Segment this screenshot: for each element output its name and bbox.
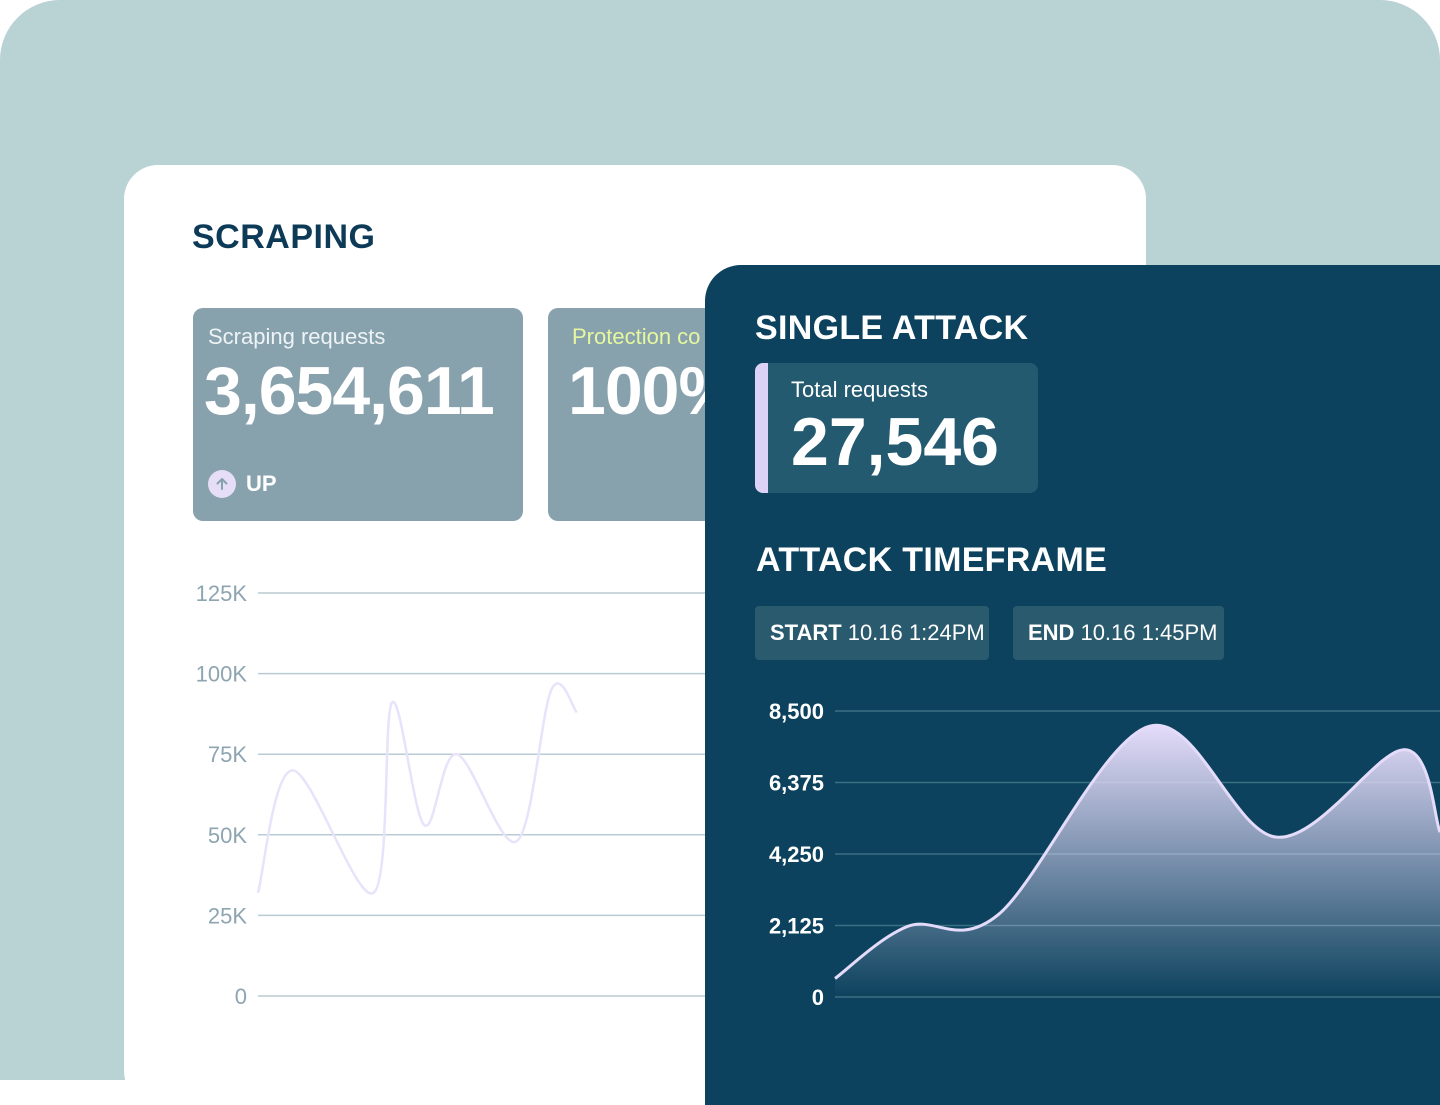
stat-label: Scraping requests: [208, 324, 386, 349]
accent-bar: [755, 363, 768, 493]
single-attack-title: SINGLE ATTACK: [755, 309, 1029, 347]
end-value: 10.16 1:45PM: [1080, 620, 1218, 645]
stat-card-scraping-requests: Scraping requests 3,654,611 UP: [193, 308, 523, 521]
trend-label: UP: [246, 471, 277, 496]
scraping-title: SCRAPING: [192, 218, 376, 256]
y-tick-label: 0: [235, 984, 247, 1009]
y-tick-label: 125K: [196, 581, 248, 606]
y-tick-label: 8,500: [769, 699, 824, 724]
y-tick-label: 0: [812, 985, 824, 1010]
start-key: START: [770, 620, 842, 645]
end-time-pill: END 10.16 1:45PM: [1013, 606, 1224, 660]
stat-label: Protection co: [572, 324, 701, 349]
y-tick-label: 100K: [196, 662, 248, 687]
stat-value: 3,654,611: [204, 353, 495, 429]
total-requests-label: Total requests: [791, 377, 928, 402]
y-tick-label: 75K: [208, 742, 247, 767]
y-tick-label: 2,125: [769, 914, 824, 939]
y-tick-label: 25K: [208, 903, 247, 928]
arrow-up-icon: [208, 470, 236, 498]
y-tick-label: 4,250: [769, 842, 824, 867]
series-area: [835, 725, 1440, 997]
total-requests-card: Total requests 27,546: [755, 363, 1038, 493]
start-time-pill: START 10.16 1:24PM: [755, 606, 989, 660]
total-requests-value: 27,546: [791, 404, 999, 480]
single-attack-panel: SINGLE ATTACK Total requests 27,546 ATTA…: [705, 265, 1440, 1105]
y-tick-label: 6,375: [769, 771, 824, 796]
attack-area-chart: 0 2,125 4,250 6,375 8,500: [769, 699, 1440, 1010]
attack-timeframe-title: ATTACK TIMEFRAME: [756, 541, 1108, 579]
scraping-line-chart: 0 25K 50K 75K 100K 125K: [196, 581, 720, 1009]
trend-indicator: UP: [208, 470, 277, 498]
y-tick-label: 50K: [208, 823, 247, 848]
start-value: 10.16 1:24PM: [847, 620, 985, 645]
end-key: END: [1028, 620, 1075, 645]
series-line: [256, 682, 578, 895]
